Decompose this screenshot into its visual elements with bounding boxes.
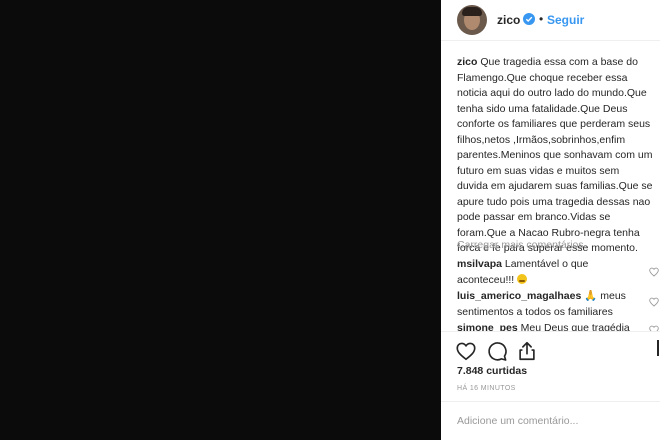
avatar[interactable]: [457, 5, 487, 35]
comment-like-heart-icon[interactable]: [649, 267, 659, 277]
comment-text: Meu Deus que tragédia: [517, 322, 630, 331]
likes-count[interactable]: 7.848 curtidas: [457, 365, 527, 377]
comment-item: simone_pes Meu Deus que tragédia: [457, 321, 635, 331]
post-actions: 7.848 curtidas HÁ 16 MINUTOS: [441, 331, 660, 402]
disappointed-emoji-icon: [517, 273, 528, 284]
load-more-comments-button[interactable]: Carregar mais comentários: [457, 239, 584, 251]
comment-bubble-icon[interactable]: [486, 340, 508, 362]
add-comment-placeholder: Adicione um comentário...: [457, 415, 579, 427]
follow-button[interactable]: Seguir: [547, 13, 584, 27]
post-caption: zico Que tragedia essa com a base do Fla…: [457, 55, 653, 257]
username-link[interactable]: zico: [497, 13, 520, 27]
verified-badge-icon: [523, 13, 535, 25]
comment-username[interactable]: luis_americo_magalhaes: [457, 290, 581, 302]
post-media-image[interactable]: [0, 0, 441, 440]
avatar-hair: [462, 7, 482, 16]
share-icon[interactable]: [516, 340, 538, 362]
comment-item: luis_americo_magalhaes 🙏 meus sentimento…: [457, 289, 635, 320]
comments-list[interactable]: zico Que tragedia essa com a base do Fla…: [441, 41, 660, 331]
caption-username[interactable]: zico: [457, 56, 477, 68]
post-side-panel: zico • Seguir zico Que tragedia essa com…: [441, 0, 660, 440]
like-heart-icon[interactable]: [455, 340, 477, 362]
post-timestamp[interactable]: HÁ 16 MINUTOS: [457, 385, 516, 392]
add-comment-field[interactable]: Adicione um comentário...: [441, 401, 660, 441]
separator-dot: •: [539, 12, 544, 26]
comment-username[interactable]: simone_pes: [457, 322, 518, 331]
comment-item: msilvapa Lamentável o que aconteceu!!!: [457, 257, 635, 288]
post-header: zico • Seguir: [441, 0, 660, 41]
caption-text: Que tragedia essa com a base do Flamengo…: [457, 56, 653, 254]
comment-like-heart-icon[interactable]: [649, 297, 659, 307]
comment-username[interactable]: msilvapa: [457, 258, 502, 270]
